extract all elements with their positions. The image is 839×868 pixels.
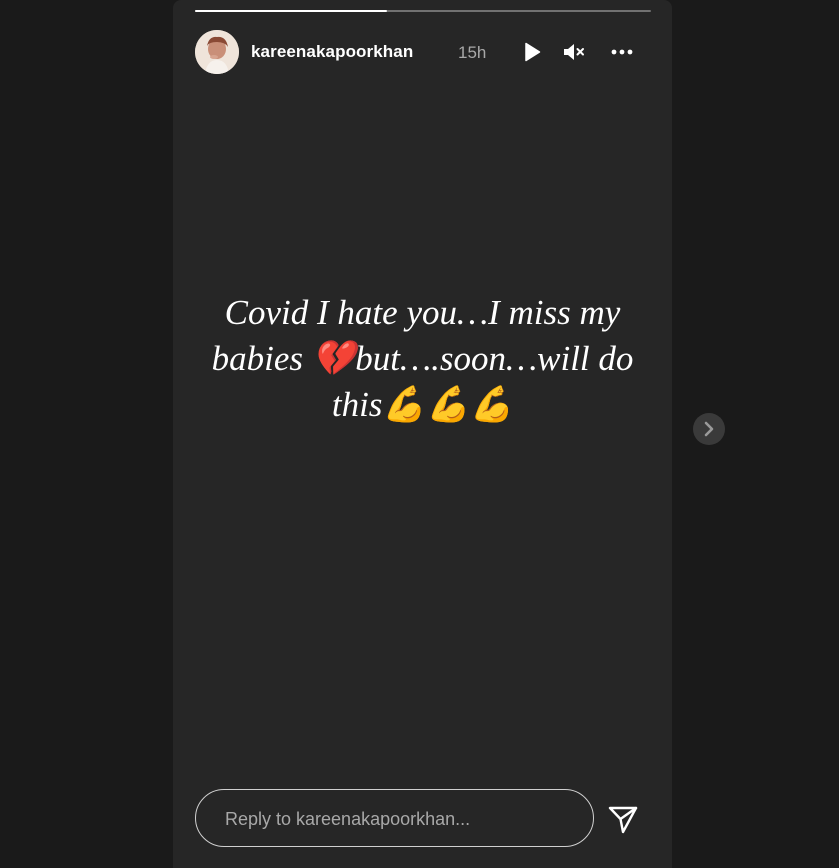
story-timestamp: 15h xyxy=(458,43,487,62)
story-text-line: this💪💪💪 xyxy=(331,385,514,424)
story-text-line: babies 💔but….soon…will do xyxy=(211,339,634,378)
reply-input[interactable] xyxy=(223,790,567,848)
story-progress-fill xyxy=(195,10,387,12)
profile-photo-icon xyxy=(195,30,239,74)
more-horizontal-icon xyxy=(611,49,633,55)
story-username[interactable]: kareenakapoorkhan xyxy=(251,42,413,62)
story-viewer: kareenakapoorkhan 15h Covid I hate you…I… xyxy=(173,0,672,868)
story-text-line: Covid I hate you…I miss my xyxy=(224,293,621,332)
next-story-button[interactable] xyxy=(693,413,725,445)
avatar[interactable] xyxy=(195,30,239,74)
muted-speaker-icon xyxy=(564,44,584,60)
story-progress-bar xyxy=(195,10,651,12)
chevron-right-icon xyxy=(704,421,714,437)
paper-plane-icon xyxy=(608,806,638,834)
story-text: Covid I hate you…I miss my babies 💔but….… xyxy=(193,290,652,428)
play-button[interactable] xyxy=(520,40,544,64)
more-options-button[interactable] xyxy=(610,40,634,64)
play-icon xyxy=(525,42,541,62)
story-header: kareenakapoorkhan 15h xyxy=(195,30,651,74)
send-button[interactable] xyxy=(606,802,640,836)
mute-button[interactable] xyxy=(562,40,586,64)
reply-box[interactable] xyxy=(195,789,594,848)
